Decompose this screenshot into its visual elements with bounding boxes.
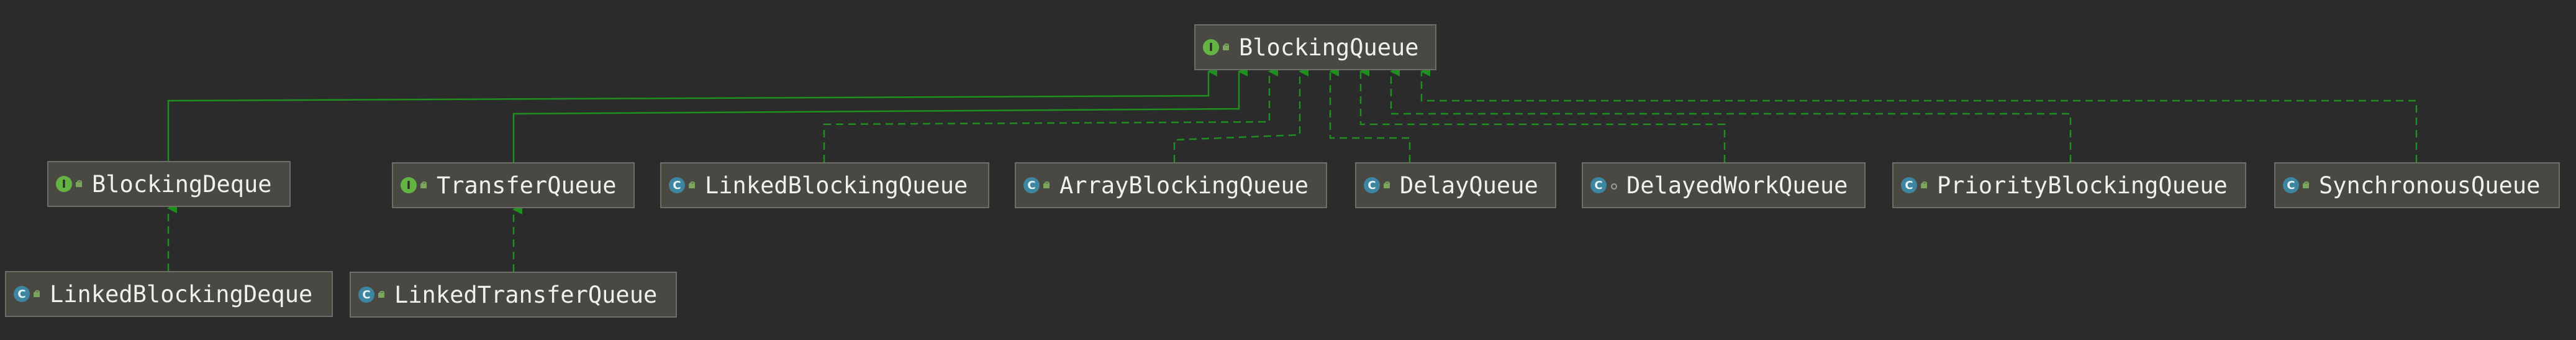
interface-icon: I xyxy=(401,177,417,193)
node-label: PriorityBlockingQueue xyxy=(1937,172,2228,199)
public-visibility-icon xyxy=(1223,43,1229,52)
edge-synchronous-queue-to-blocking-queue xyxy=(1420,67,2418,162)
node-label: TransferQueue xyxy=(437,172,617,199)
node-label: LinkedBlockingQueue xyxy=(705,172,968,199)
class-icon: C xyxy=(1023,177,1040,193)
edge-transfer-queue-to-blocking-queue xyxy=(512,67,1248,162)
node-label: DelayQueue xyxy=(1400,172,1538,199)
edge-delay-queue-to-blocking-queue xyxy=(1329,67,1411,162)
public-visibility-icon xyxy=(378,290,384,299)
node-priority-blocking-queue[interactable]: C PriorityBlockingQueue xyxy=(1892,162,2246,208)
node-linked-transfer-queue[interactable]: C LinkedTransferQueue xyxy=(350,272,677,318)
node-label: BlockingQueue xyxy=(1239,34,1419,61)
class-icon: C xyxy=(358,287,374,303)
edge-priority-blocking-queue-to-blocking-queue xyxy=(1390,67,2072,162)
public-visibility-icon xyxy=(1921,181,1927,190)
package-visibility-icon xyxy=(1610,181,1617,190)
public-visibility-icon xyxy=(689,181,695,190)
node-linked-blocking-deque[interactable]: C LinkedBlockingDeque xyxy=(5,271,333,317)
edge-linked-blocking-queue-to-blocking-queue xyxy=(823,67,1278,162)
public-visibility-icon xyxy=(34,290,40,298)
node-blocking-deque[interactable]: I BlockingDeque xyxy=(47,161,291,207)
node-label: DelayedWorkQueue xyxy=(1626,172,1848,199)
class-icon: C xyxy=(2283,177,2299,193)
node-array-blocking-queue[interactable]: C ArrayBlockingQueue xyxy=(1015,162,1327,208)
node-label: BlockingDeque xyxy=(92,170,272,198)
class-icon: C xyxy=(1364,177,1380,193)
node-synchronous-queue[interactable]: C SynchronousQueue xyxy=(2274,162,2560,208)
node-delay-queue[interactable]: C DelayQueue xyxy=(1355,162,1556,208)
node-blocking-queue[interactable]: I BlockingQueue xyxy=(1194,24,1436,70)
public-visibility-icon xyxy=(1043,181,1050,190)
interface-icon: I xyxy=(56,176,72,192)
public-visibility-icon xyxy=(420,181,427,190)
public-visibility-icon xyxy=(2303,181,2309,190)
node-label: ArrayBlockingQueue xyxy=(1059,172,1308,199)
edge-delayed-work-queue-to-blocking-queue xyxy=(1359,67,1726,162)
inner-class-icon: C xyxy=(1590,177,1607,193)
node-delayed-work-queue[interactable]: C DelayedWorkQueue xyxy=(1582,162,1866,208)
class-icon: C xyxy=(14,286,30,302)
class-icon: C xyxy=(669,177,685,193)
node-label: LinkedTransferQueue xyxy=(394,281,658,308)
node-transfer-queue[interactable]: I TransferQueue xyxy=(392,162,635,208)
interface-icon: I xyxy=(1203,39,1219,55)
edge-array-blocking-queue-to-blocking-queue xyxy=(1173,67,1308,162)
public-visibility-icon xyxy=(76,180,82,188)
node-linked-blocking-queue[interactable]: C LinkedBlockingQueue xyxy=(660,162,989,208)
edge-blocking-deque-to-blocking-queue xyxy=(167,67,1217,161)
public-visibility-icon xyxy=(1384,181,1390,190)
node-label: LinkedBlockingDeque xyxy=(50,280,313,308)
node-label: SynchronousQueue xyxy=(2319,172,2541,199)
class-icon: C xyxy=(1901,177,1917,193)
